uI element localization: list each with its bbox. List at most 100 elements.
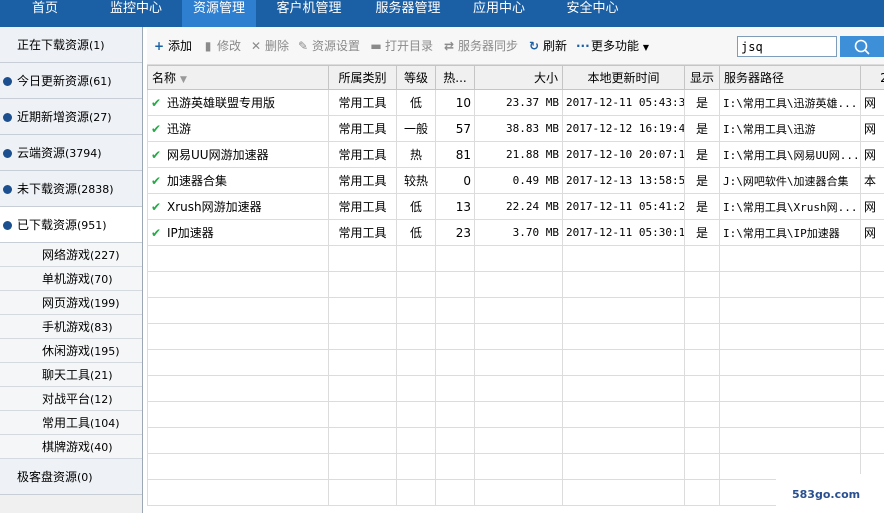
resource-name: Xrush网游加速器: [167, 200, 262, 214]
cell-name: [147, 349, 329, 376]
table-row: [147, 427, 884, 454]
cell-heat: [435, 245, 475, 272]
cell-level: [396, 427, 436, 454]
column-header-show[interactable]: 显示: [684, 65, 720, 90]
cell-show: [684, 297, 720, 324]
nav-tab-1[interactable]: 监控中心: [90, 0, 182, 27]
edit-button[interactable]: ▮ 修改: [202, 38, 241, 54]
cell-path: [719, 245, 861, 272]
table-row[interactable]: ✔ 加速器合集 常用工具 较热 0 0.49 MB 2017-12-13 13:58:58 是…: [147, 167, 884, 194]
cell-name: [147, 453, 329, 480]
cell-path: [719, 375, 861, 402]
cell-level: [396, 349, 436, 376]
table-row: [147, 349, 884, 376]
resource-name: 迅游: [167, 122, 192, 136]
cell-time: [562, 271, 685, 298]
cell-show: 是: [684, 219, 720, 246]
sidebar-item-label: 近期新增资源: [17, 110, 90, 124]
sidebar-subitem-label: 网页游戏: [42, 296, 91, 310]
refresh-button[interactable]: ↻ 刷新: [528, 38, 567, 54]
check-icon: ✔: [151, 226, 162, 240]
sidebar-subitem-8[interactable]: 棋牌游戏(40): [0, 435, 142, 459]
cell-show: [684, 349, 720, 376]
cell-category: 常用工具: [328, 141, 397, 168]
sidebar-item-3[interactable]: 云端资源(3794): [0, 135, 142, 171]
refresh-icon: ↻: [528, 39, 540, 53]
column-header-category[interactable]: 所属类别: [328, 65, 397, 90]
cell-path: [719, 349, 861, 376]
cell-extra: 网: [860, 89, 884, 116]
open-directory-button[interactable]: ▬ 打开目录: [370, 38, 433, 54]
sidebar-subitem-2[interactable]: 网页游戏(199): [0, 291, 142, 315]
cell-category: [328, 297, 397, 324]
nav-tab-3[interactable]: 客户机管理: [256, 0, 362, 27]
sidebar-item-1[interactable]: 今日更新资源(61): [0, 63, 142, 99]
cell-category: 常用工具: [328, 115, 397, 142]
collapsed-bullet-icon: [3, 77, 12, 86]
cell-time: [562, 479, 685, 506]
sidebar-item-5[interactable]: 已下载资源(951): [0, 207, 142, 243]
column-header-level[interactable]: 等级: [396, 65, 436, 90]
sidebar-subitem-count: (195): [90, 345, 120, 358]
sidebar-subitem-1[interactable]: 单机游戏(70): [0, 267, 142, 291]
more-functions-button[interactable]: ···更多功能 ▼: [576, 38, 649, 54]
pencil-icon: ▮: [204, 39, 212, 53]
nav-tab-0[interactable]: 首页: [0, 0, 90, 27]
sidebar-item-4[interactable]: 未下载资源(2838): [0, 171, 142, 207]
check-icon: ✔: [151, 148, 162, 162]
cell-extra: [860, 349, 884, 376]
sidebar-subitem-label: 对战平台: [42, 392, 91, 406]
sidebar-item-0[interactable]: 正在下载资源(1): [0, 27, 142, 63]
cell-extra: [860, 297, 884, 324]
cell-show: [684, 245, 720, 272]
sidebar-item-2[interactable]: 近期新增资源(27): [0, 99, 142, 135]
sidebar-subitem-6[interactable]: 对战平台(12): [0, 387, 142, 411]
check-icon: ✔: [151, 200, 162, 214]
cell-size: [474, 271, 563, 298]
toolbar: + 添加 ▮ 修改 ✕ 删除 ✎ 资源设置 ▬ 打开目录 ⇄ 服务器同步 ↻ 刷新 ···更多…: [147, 27, 884, 65]
nav-tab-5[interactable]: 应用中心: [454, 0, 544, 27]
sidebar-subitem-4[interactable]: 休闲游戏(195): [0, 339, 142, 363]
search-input[interactable]: [737, 36, 837, 57]
cell-name: [147, 297, 329, 324]
table-row[interactable]: ✔ IP加速器 常用工具低 23 3.70 MB 2017-12-11 05:30:10 是…: [147, 219, 884, 246]
cell-time: [562, 401, 685, 428]
sidebar-subitem-3[interactable]: 手机游戏(83): [0, 315, 142, 339]
cell-category: 常用工具: [328, 167, 397, 194]
column-header-name[interactable]: 名称 ▼: [147, 65, 329, 90]
cell-time: [562, 349, 685, 376]
sidebar-item-geek-disk[interactable]: 极客盘资源(0): [0, 459, 142, 495]
table-row[interactable]: ✔ 网易UU网游加速器 常用工具热 81 21.88 MB 2017-12-10 20:0…: [147, 141, 884, 168]
cell-show: [684, 271, 720, 298]
nav-tab-6[interactable]: 安全中心: [544, 0, 641, 27]
add-button[interactable]: + 添加: [153, 38, 192, 54]
table-row[interactable]: ✔ 迅游 常用工具 一般 57 38.83 MB 2017-12-12 16:19:45 是 I…: [147, 115, 884, 142]
sidebar-subitem-label: 单机游戏: [42, 272, 91, 286]
table-row[interactable]: ✔ 迅游英雄联盟专用版 常用工具低 10 23.37 MB 2017-12-11 05:4…: [147, 89, 884, 116]
table-row[interactable]: ✔ Xrush网游加速器 常用工具低 13 22.24 MB 2017-12-11 05:…: [147, 193, 884, 220]
nav-tab-2[interactable]: 资源管理: [182, 0, 256, 27]
cell-show: 是: [684, 89, 720, 116]
cell-time: 2017-12-11 05:43:36: [562, 89, 685, 116]
sidebar-subitem-7[interactable]: 常用工具(104): [0, 411, 142, 435]
cell-name: ✔ 迅游英雄联盟专用版: [147, 89, 329, 116]
table-row: [147, 271, 884, 298]
delete-button[interactable]: ✕ 删除: [250, 38, 289, 54]
cell-path: [719, 271, 861, 298]
resource-settings-button[interactable]: ✎ 资源设置: [297, 38, 360, 54]
search-button[interactable]: [840, 36, 884, 57]
nav-tab-4[interactable]: 服务器管理: [362, 0, 454, 27]
cell-show: 是: [684, 167, 720, 194]
sidebar-subitem-0[interactable]: 网络游戏(227): [0, 243, 142, 267]
column-header-server-path[interactable]: 服务器路径: [719, 65, 861, 90]
cell-time: 2017-12-11 05:41:22: [562, 193, 685, 220]
column-header-extra[interactable]: 2: [860, 65, 884, 90]
sidebar-subitem-5[interactable]: 聊天工具(21): [0, 363, 142, 387]
column-header-update-time[interactable]: 本地更新时间: [562, 65, 685, 90]
cell-show: [684, 479, 720, 506]
sidebar: 正在下载资源(1) 今日更新资源(61) 近期新增资源(27) 云端资源(3794) 未…: [0, 27, 143, 513]
column-header-size[interactable]: 大小: [474, 65, 563, 90]
cell-size: 23.37 MB: [474, 89, 563, 116]
server-sync-button[interactable]: ⇄ 服务器同步: [443, 38, 518, 54]
column-header-heat[interactable]: 热...: [435, 65, 475, 90]
